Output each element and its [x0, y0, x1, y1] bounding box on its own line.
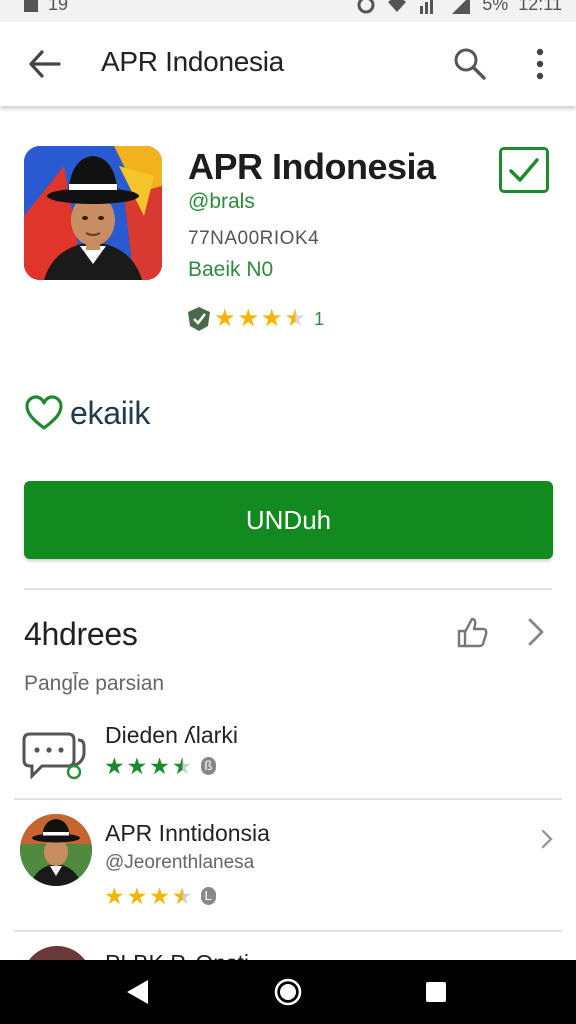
star-icon: ★	[261, 305, 283, 332]
divider	[14, 930, 562, 932]
system-nav-bar	[0, 960, 576, 1024]
search-icon	[454, 48, 486, 80]
star-icon: ★	[126, 883, 148, 909]
list-item[interactable]: APR Inntidonsia @Jeorenthlanesa ★ ★ ★ ★ …	[0, 806, 576, 924]
star-half-icon: ★	[171, 753, 193, 779]
cell-signal-icon	[452, 0, 471, 14]
star-half-icon: ★	[171, 883, 193, 909]
page-title: APR Indonesia	[101, 46, 284, 77]
heart-outline-icon	[25, 395, 63, 430]
app-bar: APR Indonesia	[0, 22, 576, 106]
nav-recents-button[interactable]	[416, 976, 456, 1008]
list-item-title: Dieden ʎlarki	[105, 722, 238, 748]
star-icon: ★	[149, 753, 170, 779]
nav-home-button[interactable]	[268, 976, 308, 1008]
battery-text: 5%	[482, 0, 509, 14]
star-half-icon: ★	[284, 305, 307, 332]
star-icon: ★	[104, 753, 125, 779]
wishlist-button[interactable]: ekaiik	[24, 394, 150, 432]
install-button[interactable]: UNDuh	[24, 481, 553, 559]
divider	[24, 588, 552, 590]
shield-check-icon	[188, 307, 210, 331]
overflow-menu-button[interactable]	[520, 44, 560, 84]
app-icon-image	[24, 146, 162, 280]
badge-label: Baeik N0	[188, 258, 274, 281]
section-subtitle: Pangl̄e parsian	[24, 672, 165, 695]
avatar	[22, 946, 92, 960]
app-code: 77NA00RIOK4	[188, 228, 320, 249]
developer-link[interactable]: @brals	[188, 190, 255, 214]
app-name: APR Indonesia	[188, 146, 436, 187]
arrow-left-icon	[29, 50, 61, 78]
list-item-rating: ★ ★ ★ ★ ß	[104, 753, 217, 779]
triangle-back-icon	[127, 980, 148, 1004]
divider	[14, 798, 562, 800]
alarm-icon	[357, 0, 375, 13]
list-item-badge: L	[200, 887, 216, 905]
more-vertical-icon	[536, 48, 544, 80]
app-icon	[24, 146, 162, 280]
star-icon: ★	[214, 305, 236, 332]
rating-row: ★ ★ ★ ★ 1	[186, 306, 324, 332]
star-icon: ★	[126, 753, 148, 779]
list-item-rating: ★ ★ ★ ★ L	[104, 884, 216, 908]
signal-bars-icon	[420, 0, 434, 14]
wishlist-label: ekaiik	[70, 394, 151, 431]
star-icon: ★	[149, 883, 170, 909]
chat-bubble-icon	[22, 732, 86, 780]
notification-icon	[24, 0, 38, 12]
share-button[interactable]	[452, 612, 492, 652]
circle-home-icon	[274, 978, 302, 1006]
status-bar: 19 5% 12:11	[0, 0, 576, 22]
thumbs-up-icon	[457, 617, 488, 648]
nav-back-button[interactable]	[117, 976, 157, 1008]
chevron-right-icon	[541, 829, 553, 849]
back-button[interactable]	[24, 44, 64, 84]
section-title: 4hdrees	[24, 616, 138, 652]
installed-checkbox[interactable]	[499, 147, 549, 193]
status-left-text: 19	[48, 0, 69, 14]
list-item-badge: ß	[200, 757, 217, 775]
list-item[interactable]: Dieden ʎlarki ★ ★ ★ ★ ß	[0, 714, 576, 794]
clock: 12:11	[518, 0, 562, 14]
list-item-subtitle: @Jeorenthlanesa	[105, 852, 255, 873]
star-icon: ★	[237, 305, 260, 332]
rating-count: 1	[314, 308, 325, 329]
list-item-title: PLBK P. Onsti	[105, 950, 249, 960]
star-icon: ★	[104, 883, 125, 909]
square-recents-icon	[426, 982, 446, 1002]
list-item[interactable]: PLBK P. Onsti	[0, 938, 576, 960]
wifi-icon	[388, 0, 407, 12]
list-item-title: APR Inntidonsia	[105, 820, 270, 846]
chevron-right-icon	[528, 618, 544, 646]
avatar	[20, 814, 92, 886]
section-more-button[interactable]	[518, 612, 554, 652]
search-button[interactable]	[450, 44, 490, 84]
avatar-image	[20, 814, 92, 886]
check-icon	[509, 158, 539, 182]
